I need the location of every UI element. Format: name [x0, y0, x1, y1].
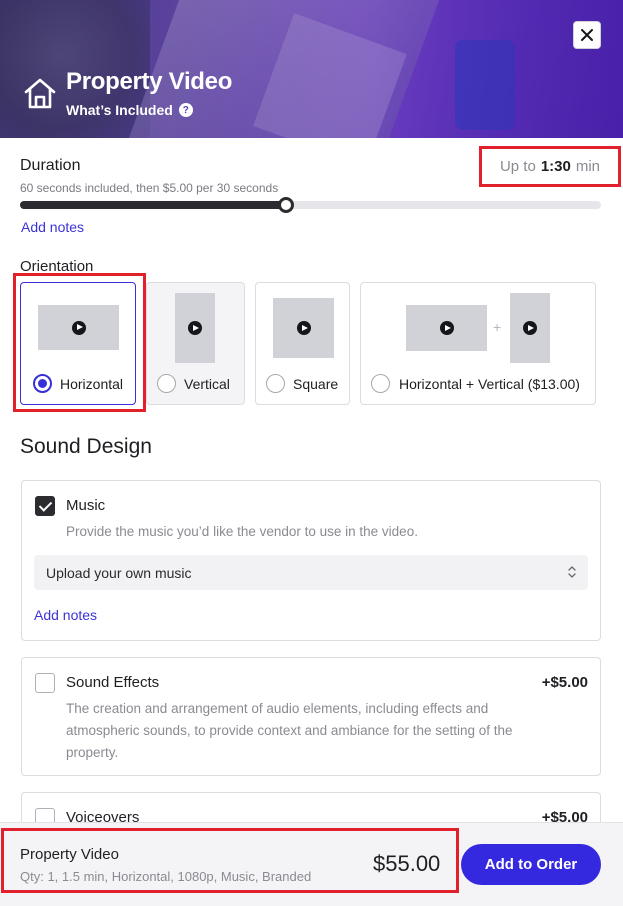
- music-add-notes-link[interactable]: Add notes: [34, 607, 97, 623]
- horizontal-vertical-label: Horizontal + Vertical ($13.00): [399, 376, 580, 392]
- music-title: Music: [66, 497, 106, 514]
- footer-summary-highlight: [1, 828, 459, 893]
- sound-effects-checkbox[interactable]: [35, 673, 55, 693]
- vertical-label: Vertical: [184, 376, 230, 392]
- sound-effects-description-line: property.: [66, 745, 119, 760]
- orientation-option-vertical[interactable]: Vertical: [146, 282, 245, 405]
- sound-effects-price: +$5.00: [541, 674, 588, 691]
- sound-effects-description-line: atmospheric sounds, to provide context a…: [66, 723, 513, 738]
- play-icon: [439, 321, 454, 335]
- home-icon: [24, 78, 56, 109]
- sound-effects-description-line: The creation and arrangement of audio el…: [66, 701, 489, 716]
- play-icon: [188, 321, 202, 335]
- square-radio[interactable]: [266, 374, 285, 393]
- header-banner: Property Video What’s Included ?: [0, 0, 623, 138]
- play-icon: [523, 321, 537, 335]
- sound-effects-title: Sound Effects: [66, 674, 160, 691]
- question-circle-icon[interactable]: ?: [178, 103, 193, 117]
- sound-design-heading: Sound Design: [20, 435, 152, 458]
- close-button[interactable]: [573, 21, 601, 49]
- plus-separator: +: [493, 319, 502, 335]
- duration-slider[interactable]: [20, 197, 601, 213]
- square-label: Square: [293, 376, 339, 392]
- horizontal-thumbnail: [406, 305, 487, 351]
- duration-slider-thumb[interactable]: [278, 197, 295, 213]
- sound-effects-card: Sound Effects +$5.00 The creation and ar…: [21, 657, 601, 776]
- selected-orientation-highlight: [13, 273, 146, 412]
- music-source-value: Upload your own music: [46, 564, 192, 581]
- vertical-thumbnail: [510, 293, 550, 363]
- duration-max-prefix: Up to: [499, 158, 536, 175]
- whats-included-link[interactable]: What’s Included ?: [66, 102, 193, 118]
- orientation-option-horizontal-vertical[interactable]: + Horizontal + Vertical ($13.00): [360, 282, 596, 405]
- sound-effects-description: The creation and arrangement of audio el…: [66, 698, 586, 764]
- play-icon: [296, 321, 311, 335]
- duration-label: Duration: [20, 157, 81, 174]
- vertical-radio[interactable]: [157, 374, 176, 393]
- music-source-select[interactable]: Upload your own music: [34, 555, 588, 590]
- square-thumbnail: [273, 298, 334, 358]
- duration-hint: 60 seconds included, then $5.00 per 30 s…: [20, 181, 279, 195]
- page-title: Property Video: [66, 68, 233, 95]
- duration-add-notes-link[interactable]: Add notes: [21, 219, 84, 235]
- duration-max-value: 1:30: [540, 158, 571, 175]
- orientation-option-square[interactable]: Square: [255, 282, 350, 405]
- horizontal-vertical-radio[interactable]: [371, 374, 390, 393]
- duration-max-readout: Up to 1:30 min: [479, 146, 621, 187]
- vertical-thumbnail: [175, 293, 215, 363]
- duration-slider-fill: [20, 201, 287, 209]
- add-to-order-button[interactable]: Add to Order: [461, 844, 601, 885]
- duration-max-suffix: min: [575, 158, 601, 175]
- music-description: Provide the music you’d like the vendor …: [66, 524, 418, 539]
- chevron-up-down-icon: [568, 566, 576, 578]
- whats-included-label: What’s Included: [66, 102, 173, 118]
- close-icon: [581, 29, 593, 41]
- music-checkbox[interactable]: [35, 496, 55, 516]
